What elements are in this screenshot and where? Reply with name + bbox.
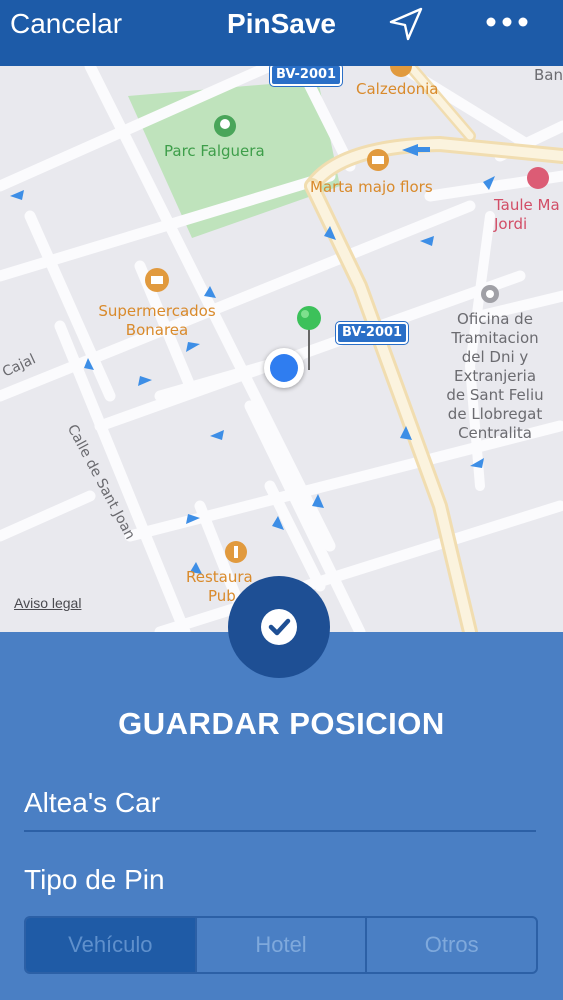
segment-hotel[interactable]: Hotel	[197, 918, 368, 972]
nav-bar: Cancelar PinSave	[0, 0, 563, 66]
poi-park-label: Parc Falguera	[164, 142, 265, 160]
road-shield: BV-2001	[334, 321, 410, 345]
legal-link[interactable]: Aviso legal	[14, 595, 81, 611]
location-arrow-icon[interactable]	[386, 4, 426, 44]
check-icon	[261, 609, 297, 645]
pin-name-input[interactable]	[24, 776, 536, 832]
panel-title: GUARDAR POSICION	[118, 706, 445, 741]
poi-supermarket-label: Supermercados Bonarea	[98, 302, 216, 339]
pin-type-selector: Vehículo Hotel Otros	[24, 916, 538, 974]
poi-taule-label: Taule Ma Jordi	[494, 196, 560, 233]
cancel-button[interactable]: Cancelar	[10, 8, 122, 40]
map-view[interactable]: Parc Falguera Calzedonia Marta majo flor…	[0, 66, 563, 632]
more-dots-icon[interactable]	[484, 10, 530, 34]
segment-others[interactable]: Otros	[367, 918, 536, 972]
confirm-button[interactable]	[228, 576, 330, 678]
segment-vehicle[interactable]: Vehículo	[26, 918, 197, 972]
poi-ban-label: Ban	[534, 66, 563, 84]
poi-calzedonia-label: Calzedonia	[356, 80, 439, 98]
user-location-dot	[264, 348, 304, 388]
pin-type-label: Tipo de Pin	[24, 864, 165, 895]
poi-florist-label: Marta majo flors	[310, 178, 433, 196]
road-shield: BV-2001	[268, 66, 344, 87]
poi-office-label: Oficina de Tramitacion del Dni y Extranj…	[446, 310, 544, 442]
